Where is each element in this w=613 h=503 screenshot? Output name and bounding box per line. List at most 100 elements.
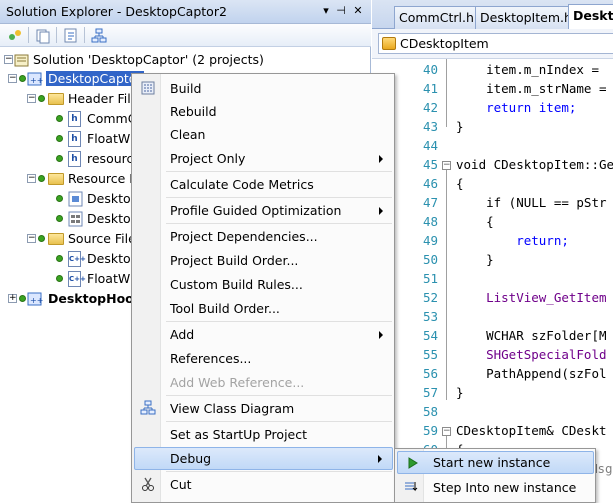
code-line: {	[456, 214, 494, 229]
class-icon	[382, 37, 396, 50]
menu-item-label: Add	[170, 327, 195, 342]
tab-desktopitem-h[interactable]: DesktopItem.h	[475, 6, 569, 29]
tree-node-folder-resource-files[interactable]: − Resource Files	[0, 169, 157, 189]
project-context-menu: Build Rebuild Clean Project Only Calcula…	[131, 73, 395, 503]
solution-explorer-title-bar: Solution Explorer - DesktopCaptor2 ▾ ⊣ ✕	[0, 0, 371, 24]
tree-node-file[interactable]: C++ DesktopItem.cpp	[0, 249, 194, 269]
code-line: }	[456, 252, 494, 267]
code-line: void CDesktopItem::Get	[456, 157, 613, 172]
menu-item-label: Clean	[170, 127, 206, 142]
project-label: DesktopHook	[48, 291, 143, 306]
checked-in-icon	[56, 215, 63, 222]
debug-submenu: Start new instance Step Into new instanc…	[394, 448, 596, 503]
collapse-toggle[interactable]: −	[8, 74, 17, 83]
header-file-icon: h	[68, 151, 81, 167]
tree-node-project-desktophook[interactable]: + ++ DesktopHook	[0, 289, 142, 309]
tree-node-folder-source-files[interactable]: − Source Files	[0, 229, 142, 249]
menu-item-custom-build-rules[interactable]: Custom Build Rules...	[134, 273, 393, 296]
menu-item-profile-guided-optimization[interactable]: Profile Guided Optimization	[134, 199, 393, 222]
step-into-icon	[403, 479, 419, 495]
auto-hide-pin-icon[interactable]: ⊣	[333, 3, 349, 19]
menu-item-project-dependencies[interactable]: Project Dependencies...	[134, 225, 393, 248]
code-line: if (NULL == pStr	[456, 195, 607, 210]
collapse-toggle[interactable]: −	[4, 55, 13, 64]
menu-item-label: Profile Guided Optimization	[170, 203, 342, 218]
tree-node-file[interactable]: DesktopCaptor.rc	[0, 209, 195, 229]
menu-item-add[interactable]: Add	[134, 323, 393, 346]
window-position-dropdown-icon[interactable]: ▾	[318, 3, 334, 19]
checked-in-icon	[56, 255, 63, 262]
menu-item-set-as-startup-project[interactable]: Set as StartUp Project	[134, 423, 393, 446]
show-all-files-button[interactable]	[34, 27, 52, 44]
folder-icon	[48, 93, 64, 105]
expand-toggle[interactable]: +	[8, 294, 17, 303]
menu-item-view-class-diagram[interactable]: View Class Diagram	[134, 397, 393, 420]
properties-button[interactable]	[6, 27, 24, 44]
solution-icon	[14, 52, 30, 68]
code-area[interactable]: 40 41 42 43 44 45 46 47 48 49 50 51 52 5…	[372, 59, 613, 503]
tree-node-file[interactable]: h FloatWnd.h	[0, 129, 158, 149]
refresh-button[interactable]	[62, 27, 80, 44]
tree-node-file[interactable]: h CommCtrl.h	[0, 109, 162, 129]
project-label: DesktopCaptor	[46, 71, 144, 86]
menu-item-label: Tool Build Order...	[170, 301, 280, 316]
menu-item-tool-build-order[interactable]: Tool Build Order...	[134, 297, 393, 320]
menu-separator	[166, 421, 392, 422]
checked-in-icon	[38, 175, 45, 182]
class-dropdown[interactable]: CDesktopItem	[378, 33, 613, 54]
tab-commctrl-h[interactable]: CommCtrl.h	[394, 6, 476, 29]
view-code-icon	[64, 28, 77, 43]
menu-item-label: Project Build Order...	[170, 253, 299, 268]
menu-item-clean[interactable]: Clean	[134, 123, 393, 146]
menu-separator	[166, 197, 392, 198]
menu-item-references[interactable]: References...	[134, 347, 393, 370]
code-line: {	[456, 176, 464, 191]
menu-separator	[166, 171, 392, 172]
menu-item-label: Project Dependencies...	[170, 229, 318, 244]
menu-item-project-build-order[interactable]: Project Build Order...	[134, 249, 393, 272]
close-icon[interactable]: ✕	[350, 3, 366, 19]
header-file-icon: h	[68, 111, 81, 127]
code-line: return;	[456, 233, 569, 248]
code-line: SHGetSpecialFold	[456, 347, 607, 362]
code-line: CDesktopItem& CDeskt	[456, 423, 607, 438]
menu-item-label: Start new instance	[433, 455, 551, 470]
icon-file-icon	[68, 191, 84, 207]
code-line: }	[456, 385, 464, 400]
menu-item-add-web-reference[interactable]: Add Web Reference...	[134, 371, 393, 394]
collapse-region-icon[interactable]: −	[442, 161, 451, 170]
menu-item-label: View Class Diagram	[170, 401, 295, 416]
menu-item-calculate-code-metrics[interactable]: Calculate Code Metrics	[134, 173, 393, 196]
tree-node-folder-header-files[interactable]: − Header Files	[0, 89, 145, 109]
tree-node-project-desktopcaptor[interactable]: − ++ DesktopCaptor	[0, 69, 144, 89]
menu-item-build[interactable]: Build	[134, 77, 393, 100]
menu-item-label: References...	[170, 351, 252, 366]
menu-separator	[166, 321, 392, 322]
tree-node-solution[interactable]: − Solution 'DesktopCaptor' (2 projects)	[0, 50, 300, 70]
checked-in-icon	[56, 115, 63, 122]
checked-in-icon	[38, 235, 45, 242]
menu-item-step-into-new-instance[interactable]: Step Into new instance	[397, 476, 594, 499]
menu-item-cut[interactable]: Cut	[134, 473, 393, 496]
menu-item-rebuild[interactable]: Rebuild	[134, 100, 393, 123]
svg-text:++: ++	[30, 296, 43, 305]
menu-item-start-new-instance[interactable]: Start new instance	[397, 451, 594, 474]
collapse-toggle[interactable]: −	[27, 234, 36, 243]
tab-desktopitem-cpp[interactable]: DesktopItem.cpp	[568, 4, 613, 30]
outline-line	[446, 59, 447, 127]
collapse-region-icon[interactable]: −	[442, 427, 451, 436]
tree-node-file[interactable]: h resource.h	[0, 149, 153, 169]
tree-node-file[interactable]: DesktopCaptor.ico	[0, 189, 201, 209]
collapse-toggle[interactable]: −	[27, 174, 36, 183]
menu-item-debug[interactable]: Debug	[134, 447, 393, 470]
collapse-toggle[interactable]: −	[27, 94, 36, 103]
menu-item-label: Set as StartUp Project	[170, 427, 308, 442]
tree-node-file[interactable]: C++ FloatWnd.cpp	[0, 269, 173, 289]
menu-item-project-only[interactable]: Project Only	[134, 147, 393, 170]
checked-in-icon	[19, 75, 26, 82]
folder-icon	[48, 233, 64, 245]
document-tabs: CommCtrl.h DesktopItem.h DesktopItem.cpp	[372, 0, 613, 30]
menu-item-label: Add Web Reference...	[170, 375, 305, 390]
view-class-diagram-button[interactable]	[90, 27, 108, 44]
checked-in-icon	[38, 95, 45, 102]
